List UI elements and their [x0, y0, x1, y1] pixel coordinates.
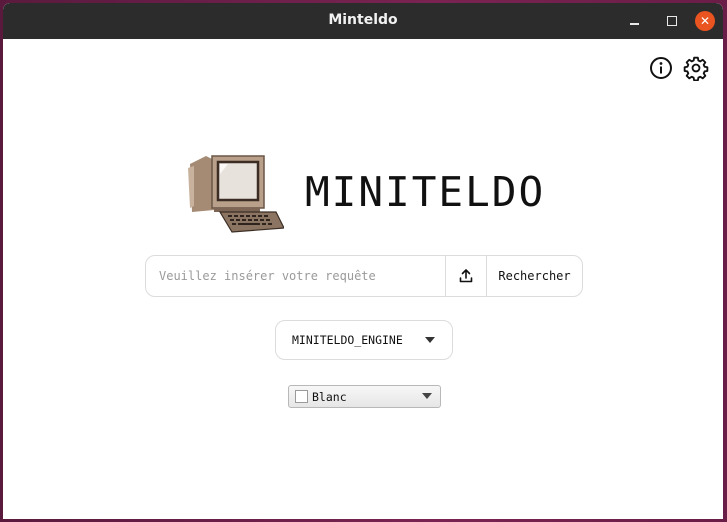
- upload-button[interactable]: [445, 256, 486, 296]
- search-bar: Rechercher: [145, 255, 583, 297]
- title-bar[interactable]: Minteldo ✕: [3, 3, 723, 39]
- color-select-value: Blanc: [312, 389, 347, 404]
- search-button[interactable]: Rechercher: [486, 256, 582, 296]
- minimize-button[interactable]: [624, 11, 644, 31]
- info-icon: [650, 57, 672, 79]
- app-logo-text: MINITELDO: [305, 168, 546, 216]
- gear-icon: [683, 56, 709, 82]
- info-button[interactable]: [648, 55, 674, 81]
- engine-select[interactable]: MINITELDO_ENGINE: [275, 320, 453, 360]
- close-button[interactable]: ✕: [695, 11, 715, 31]
- upload-icon: [459, 269, 473, 283]
- app-window: Minteldo ✕ MINITELDO Veuillez insérer vo…: [3, 3, 723, 519]
- chevron-down-icon: [425, 337, 435, 343]
- color-select[interactable]: Blanc: [288, 385, 441, 408]
- minimize-icon: [629, 23, 639, 25]
- window-title: Minteldo: [328, 12, 398, 28]
- chevron-down-icon: [422, 393, 432, 399]
- maximize-button[interactable]: [662, 11, 682, 31]
- maximize-icon: [667, 16, 677, 26]
- minitel-computer-icon: [184, 150, 285, 234]
- settings-button[interactable]: [683, 55, 709, 82]
- search-input[interactable]: [146, 256, 445, 296]
- color-swatch: [295, 390, 308, 403]
- engine-select-value: MINITELDO_ENGINE: [292, 333, 403, 347]
- close-icon: ✕: [699, 14, 711, 28]
